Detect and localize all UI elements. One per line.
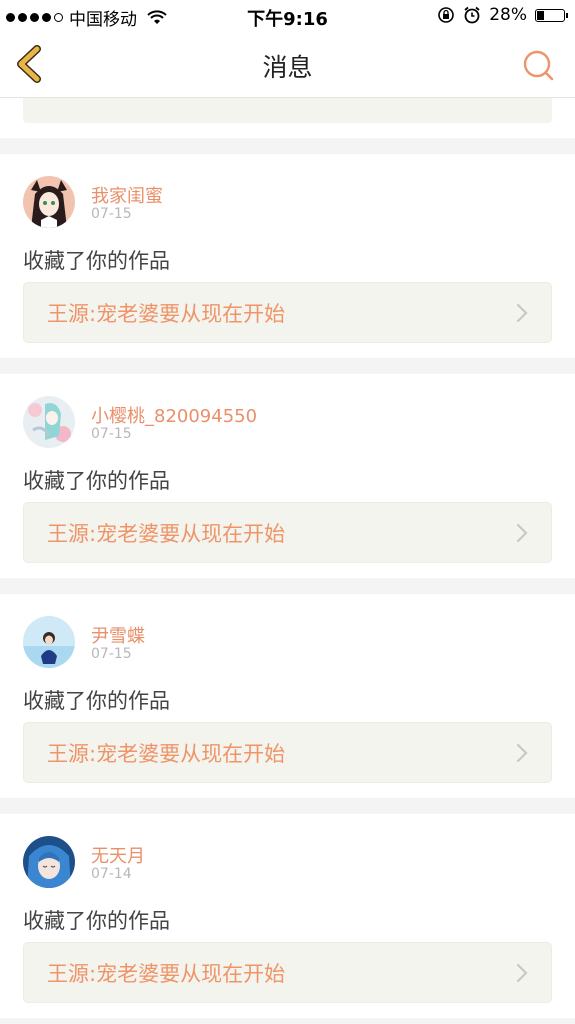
chevron-right-icon [516, 303, 528, 323]
nav-bar: 消息 [0, 32, 575, 98]
username[interactable]: 我家闺蜜 [91, 182, 163, 208]
chevron-right-icon [516, 523, 528, 543]
work-link[interactable]: 王源:宠老婆要从现在开始 [23, 722, 552, 783]
search-icon[interactable] [521, 48, 555, 82]
alarm-icon [464, 6, 480, 24]
avatar[interactable] [23, 176, 75, 228]
message-card: 我家闺蜜 07-15 收藏了你的作品 王源:宠老婆要从现在开始 [0, 154, 575, 358]
status-right: 28% [437, 5, 568, 25]
message-action: 收藏了你的作品 [23, 909, 170, 933]
message-card: 尹雪蝶 07-15 收藏了你的作品 王源:宠老婆要从现在开始 [0, 594, 575, 798]
avatar[interactable] [23, 396, 75, 448]
work-link[interactable]: 王源:宠老婆要从现在开始 [23, 502, 552, 563]
message-action: 收藏了你的作品 [23, 249, 170, 273]
username[interactable]: 尹雪蝶 [91, 622, 145, 648]
work-link[interactable]: 王源:宠老婆要从现在开始 [23, 942, 552, 1003]
avatar[interactable] [23, 836, 75, 888]
message-date: 07-14 [91, 866, 132, 882]
partial-work-box[interactable] [23, 98, 552, 123]
message-date: 07-15 [91, 426, 132, 442]
username[interactable]: 小樱桃_820094550 [91, 402, 257, 428]
work-title: 王源:宠老婆要从现在开始 [47, 962, 286, 986]
page-title: 消息 [262, 53, 313, 82]
work-title: 王源:宠老婆要从现在开始 [47, 742, 286, 766]
message-action: 收藏了你的作品 [23, 689, 170, 713]
message-date: 07-15 [91, 206, 132, 222]
message-list[interactable]: 我家闺蜜 07-15 收藏了你的作品 王源:宠老婆要从现在开始 小樱桃_8200… [0, 98, 575, 1018]
work-title: 王源:宠老婆要从现在开始 [47, 302, 286, 326]
message-card: 无天月 07-14 收藏了你的作品 王源:宠老婆要从现在开始 [0, 814, 575, 1018]
battery-icon [535, 8, 568, 22]
avatar[interactable] [23, 616, 75, 668]
work-title: 王源:宠老婆要从现在开始 [47, 522, 286, 546]
work-link[interactable]: 王源:宠老婆要从现在开始 [23, 282, 552, 343]
partial-message-card [0, 98, 575, 138]
orientation-lock-icon [438, 7, 455, 23]
chevron-right-icon [516, 963, 528, 983]
username[interactable]: 无天月 [91, 842, 145, 868]
battery-percent: 28% [489, 5, 527, 25]
message-card: 小樱桃_820094550 07-15 收藏了你的作品 王源:宠老婆要从现在开始 [0, 374, 575, 578]
status-bar: 中国移动 下午9:16 28% [0, 0, 575, 32]
message-date: 07-15 [91, 646, 132, 662]
chevron-right-icon [516, 743, 528, 763]
message-action: 收藏了你的作品 [23, 469, 170, 493]
